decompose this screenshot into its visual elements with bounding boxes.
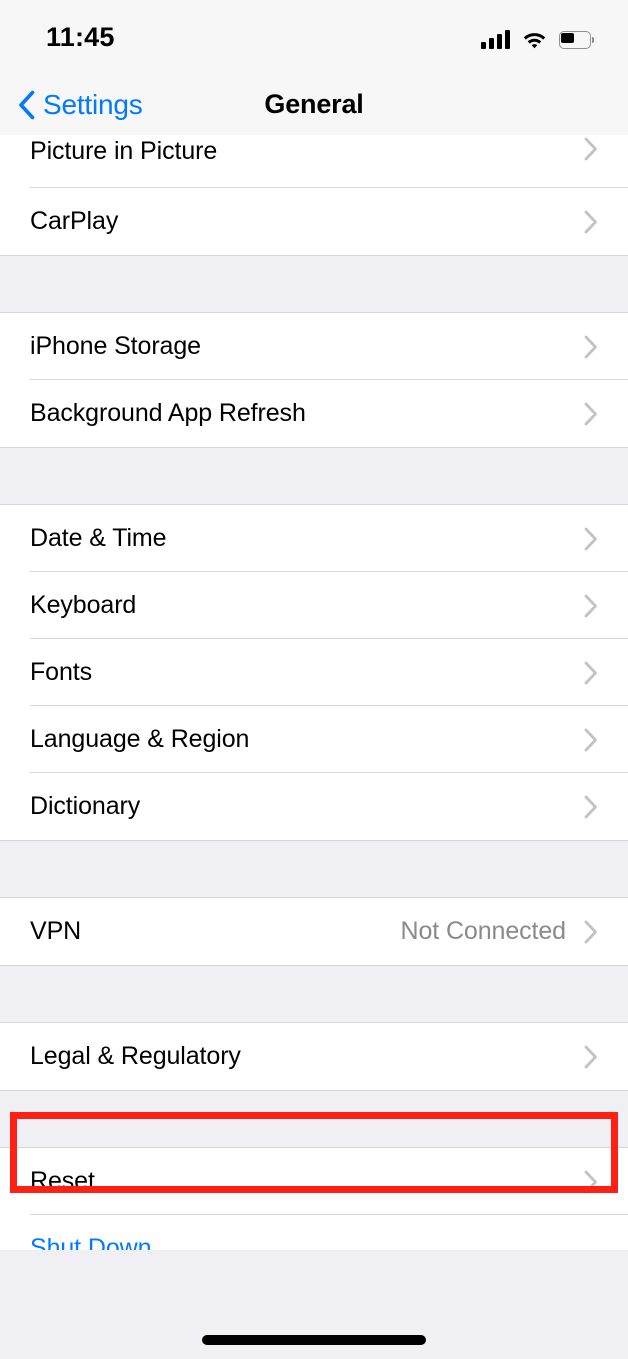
status-indicators <box>481 25 594 49</box>
settings-row[interactable]: VPN Not Connected <box>0 898 628 965</box>
group-gap <box>0 841 628 897</box>
chevron-right-icon <box>584 661 597 684</box>
settings-row[interactable]: Keyboard <box>0 572 628 639</box>
home-indicator <box>202 1335 426 1345</box>
settings-row-label: Background App Refresh <box>30 399 306 427</box>
settings-row[interactable]: Dictionary <box>0 773 628 840</box>
settings-row-label: Reset <box>30 1167 95 1195</box>
status-time: 11:45 <box>46 21 115 52</box>
cellular-signal-icon <box>481 30 510 49</box>
settings-row-label: Dictionary <box>30 792 141 820</box>
settings-row-value: Not Connected <box>400 917 567 945</box>
home-indicator-area <box>0 1250 628 1359</box>
settings-row-label: Fonts <box>30 658 93 686</box>
settings-row-label: Date & Time <box>30 524 167 552</box>
settings-row[interactable]: Background App Refresh <box>0 380 628 447</box>
settings-row[interactable]: Picture in Picture <box>0 135 628 188</box>
settings-row[interactable]: Date & Time <box>0 505 628 572</box>
group-gap <box>0 256 628 312</box>
group-gap <box>0 448 628 504</box>
chevron-right-icon <box>584 920 597 943</box>
group-gap <box>0 966 628 1022</box>
settings-group: Picture in Picture CarPlay <box>0 135 628 256</box>
chevron-right-icon <box>584 795 597 818</box>
settings-row-label: CarPlay <box>30 207 119 235</box>
group-gap <box>0 1091 628 1147</box>
settings-row-label: Legal & Regulatory <box>30 1042 241 1070</box>
settings-row-label: Picture in Picture <box>30 137 218 165</box>
settings-row[interactable]: Reset <box>0 1148 628 1215</box>
settings-row-label: iPhone Storage <box>30 332 201 360</box>
chevron-right-icon <box>584 1170 597 1193</box>
settings-row[interactable]: Language & Region <box>0 706 628 773</box>
battery-icon <box>559 31 594 49</box>
settings-group: Legal & Regulatory <box>0 1022 628 1091</box>
chevron-right-icon <box>584 137 597 161</box>
chevron-right-icon <box>584 210 597 233</box>
settings-row-label: Keyboard <box>30 591 137 619</box>
chevron-right-icon <box>584 402 597 425</box>
status-bar: 11:45 <box>0 0 628 74</box>
settings-group: Date & Time Keyboard Fonts Language & Regio… <box>0 504 628 841</box>
chevron-left-icon <box>19 90 35 119</box>
settings-group: VPN Not Connected <box>0 897 628 966</box>
back-button-label: Settings <box>43 88 143 120</box>
chevron-right-icon <box>584 335 597 358</box>
settings-row[interactable]: Fonts <box>0 639 628 706</box>
settings-row[interactable]: Legal & Regulatory <box>0 1023 628 1090</box>
chevron-right-icon <box>584 527 597 550</box>
settings-row-label: VPN <box>30 917 82 945</box>
back-button[interactable]: Settings <box>0 89 143 121</box>
chevron-right-icon <box>584 1045 597 1068</box>
settings-row-label: Language & Region <box>30 725 250 753</box>
settings-list[interactable]: Picture in Picture CarPlay iPhone Storage B… <box>0 135 628 1359</box>
settings-row[interactable]: iPhone Storage <box>0 313 628 380</box>
iphone-settings-screen: 11:45 Settings General Picture in Pictur… <box>0 0 628 1359</box>
chevron-right-icon <box>584 594 597 617</box>
navigation-bar: Settings General <box>0 74 628 135</box>
settings-row[interactable]: CarPlay <box>0 188 628 255</box>
chevron-right-icon <box>584 728 597 751</box>
settings-group: iPhone Storage Background App Refresh <box>0 312 628 448</box>
wifi-icon <box>523 33 546 49</box>
